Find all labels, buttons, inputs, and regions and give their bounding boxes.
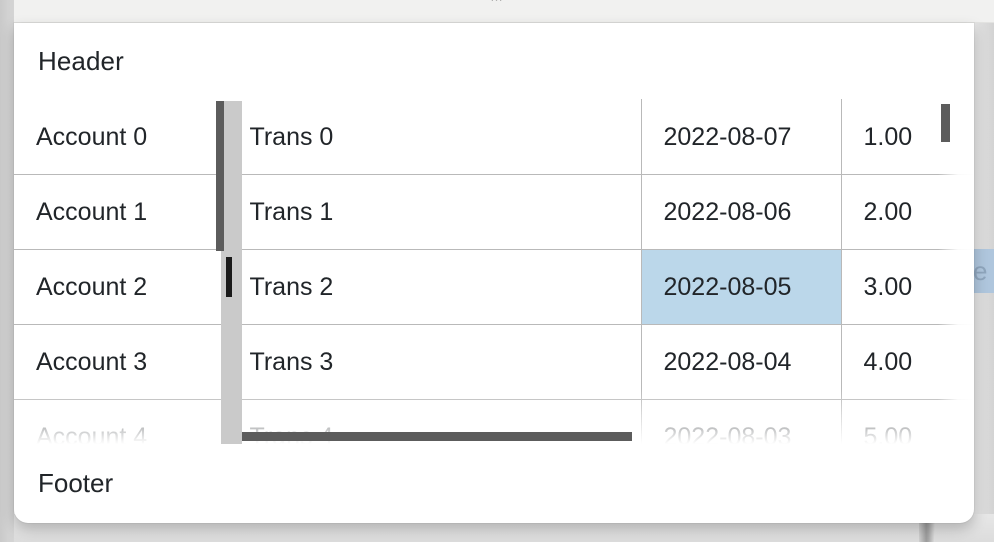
transactions-table: Account 0 Trans 0 2022-08-07 1.00 Accoun… bbox=[14, 99, 974, 444]
cell-account[interactable]: Account 1 bbox=[14, 174, 227, 250]
cell-amount[interactable]: 3.00 bbox=[841, 249, 974, 325]
dialog-footer: Footer bbox=[14, 444, 974, 523]
cell-transaction[interactable]: Trans 0 bbox=[227, 99, 642, 175]
table-body: Account 0 Trans 0 2022-08-07 1.00 Accoun… bbox=[14, 99, 974, 444]
dialog-header: Header bbox=[14, 23, 974, 99]
cell-transaction[interactable]: Trans 1 bbox=[227, 174, 642, 250]
right-vertical-scrollbar-thumb[interactable] bbox=[941, 104, 950, 142]
cell-amount[interactable]: 1.00 bbox=[841, 99, 974, 175]
cell-transaction[interactable]: Trans 2 bbox=[227, 249, 642, 325]
cell-amount[interactable]: 5.00 bbox=[841, 399, 974, 444]
table-row[interactable]: Account 3 Trans 3 2022-08-04 4.00 bbox=[14, 324, 974, 400]
cell-amount[interactable]: 2.00 bbox=[841, 174, 974, 250]
cell-date[interactable]: 2022-08-07 bbox=[641, 99, 842, 175]
cell-account[interactable]: Account 4 bbox=[14, 399, 227, 444]
vertical-scrollbar-thumb[interactable] bbox=[216, 101, 224, 251]
dialog-body: Account 0 Trans 0 2022-08-07 1.00 Accoun… bbox=[14, 99, 974, 444]
backdrop-window-title: … bbox=[490, 0, 503, 1]
background-chip: e bbox=[971, 249, 994, 293]
cell-account[interactable]: Account 3 bbox=[14, 324, 227, 400]
cell-date[interactable]: 2022-08-06 bbox=[641, 174, 842, 250]
table-scroll-viewport[interactable]: Account 0 Trans 0 2022-08-07 1.00 Accoun… bbox=[14, 99, 974, 444]
cell-account[interactable]: Account 0 bbox=[14, 99, 227, 175]
table-row[interactable]: Account 2 Trans 2 2022-08-05 3.00 bbox=[14, 249, 974, 325]
cell-date-selected[interactable]: 2022-08-05 bbox=[641, 249, 842, 325]
vertical-scrollbar-caret[interactable] bbox=[226, 257, 232, 297]
cell-amount[interactable]: 4.00 bbox=[841, 324, 974, 400]
cell-transaction[interactable]: Trans 3 bbox=[227, 324, 642, 400]
table-row[interactable]: Account 1 Trans 1 2022-08-06 2.00 bbox=[14, 174, 974, 250]
modal-dialog: Header Account 0 Trans 0 2022-08-07 1.00… bbox=[14, 23, 974, 523]
horizontal-scrollbar-thumb[interactable] bbox=[242, 432, 632, 441]
dialog-header-title: Header bbox=[38, 45, 124, 76]
dialog-footer-title: Footer bbox=[38, 468, 114, 498]
cell-date[interactable]: 2022-08-03 bbox=[641, 399, 842, 444]
backdrop-window-titlebar: … bbox=[14, 0, 994, 23]
table-row[interactable]: Account 0 Trans 0 2022-08-07 1.00 bbox=[14, 99, 974, 175]
cell-account[interactable]: Account 2 bbox=[14, 249, 227, 325]
cell-date[interactable]: 2022-08-04 bbox=[641, 324, 842, 400]
